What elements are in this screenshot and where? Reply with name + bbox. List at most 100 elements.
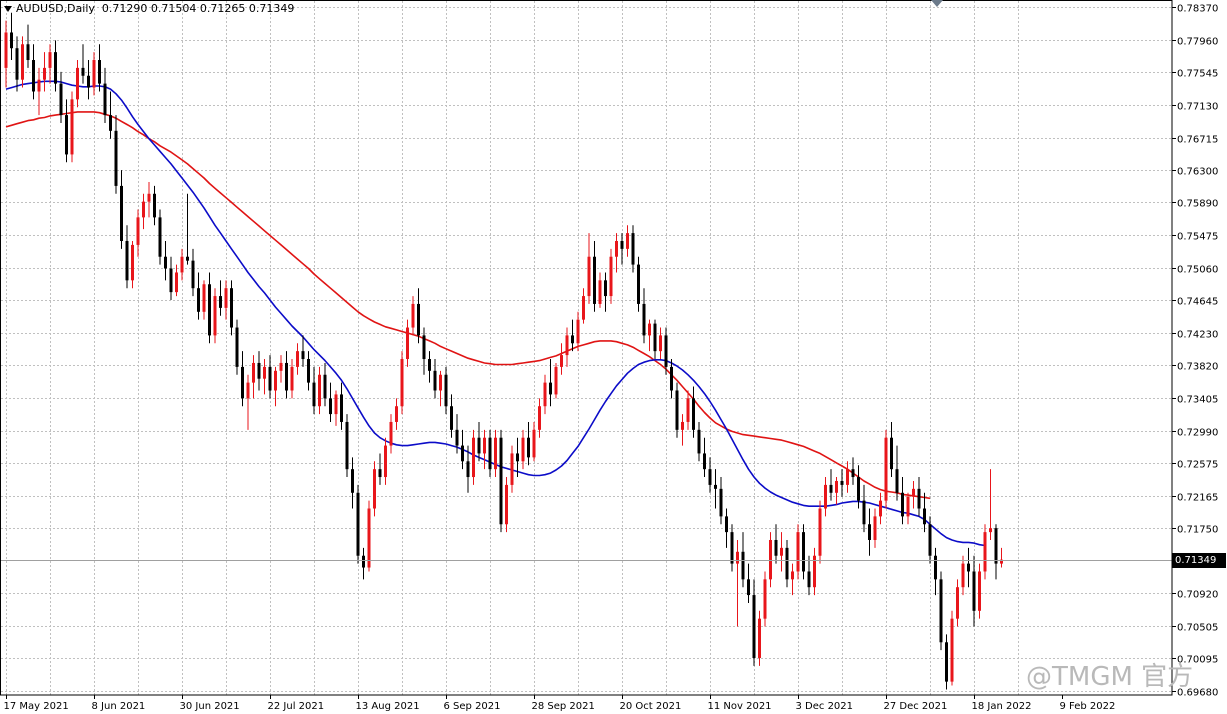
watermark: @TMGM 官方 <box>1026 662 1194 692</box>
candle-body <box>923 508 926 525</box>
y-tick-label: 0.70505 <box>1177 623 1218 634</box>
candle-body <box>571 335 574 344</box>
candle-body <box>362 555 365 568</box>
x-tick-label: 3 Dec 2021 <box>796 701 854 712</box>
candle-body <box>378 469 382 478</box>
candle-body <box>389 421 393 446</box>
candle-body <box>406 327 409 360</box>
candle-body <box>32 60 35 92</box>
candle-body <box>884 437 888 501</box>
candle-body <box>939 579 943 643</box>
candle-body <box>730 532 734 564</box>
candle-body <box>329 398 332 415</box>
candle-body <box>648 323 651 336</box>
ma-slow-line <box>5 111 931 500</box>
candlestick-chart[interactable]: 0.78370 0.77960 0.77545 0.77130 0.76715 0.763… <box>0 0 1227 714</box>
candle-body <box>763 579 767 619</box>
candle-body <box>37 79 41 92</box>
candle-body <box>565 335 569 356</box>
y-axis-ticks: 0.78370 0.77960 0.77545 0.77130 0.76715 0.763… <box>1172 4 1218 699</box>
x-tick-label: 13 Aug 2021 <box>356 701 420 712</box>
ma-slow-layer <box>5 111 931 500</box>
candle-body <box>373 469 376 509</box>
candle-body <box>879 500 882 517</box>
candle-body <box>972 571 976 611</box>
candle-body <box>554 366 558 395</box>
candle-body <box>345 421 349 470</box>
candle-body <box>912 488 915 497</box>
candle-body <box>400 359 404 407</box>
y-tick-label: 0.75475 <box>1177 232 1218 243</box>
candle-body <box>802 532 805 572</box>
candle-body <box>301 351 305 360</box>
candle-body <box>659 335 662 352</box>
candle-body <box>901 492 904 517</box>
candle-body <box>780 547 783 556</box>
candle-body <box>692 398 695 430</box>
candle-body <box>818 508 822 556</box>
candle-body <box>708 469 712 485</box>
candle-body <box>252 362 255 383</box>
x-tick-label: 9 Feb 2022 <box>1060 701 1116 712</box>
candle-body <box>290 366 294 391</box>
candle-body <box>950 618 954 682</box>
x-tick-label: 30 Jun 2021 <box>180 701 240 712</box>
candle-body <box>994 528 998 564</box>
candle-body <box>758 618 761 659</box>
x-tick-label: 6 Sep 2021 <box>444 701 501 712</box>
candle-body <box>15 48 19 80</box>
candle-body <box>978 571 981 611</box>
candle-body <box>219 296 222 308</box>
candle-body <box>906 496 910 517</box>
candle-body <box>615 240 618 257</box>
candle-body <box>741 551 745 580</box>
candle-body <box>125 240 129 281</box>
candle-body <box>714 484 717 489</box>
candle-body <box>472 437 475 478</box>
candle-body <box>274 370 277 391</box>
candle-body <box>92 60 96 88</box>
candle-body <box>197 288 200 312</box>
candle-body <box>890 437 893 470</box>
candle-body <box>340 394 343 422</box>
y-tick-label: 0.73820 <box>1177 362 1218 373</box>
candle-body <box>593 256 596 304</box>
candle-body <box>851 469 855 478</box>
candle-body <box>241 366 244 399</box>
candle-body <box>642 303 646 336</box>
candle-body <box>76 67 79 100</box>
candle-body <box>109 115 112 131</box>
candle-body <box>312 382 316 407</box>
candle-body <box>631 233 635 265</box>
candle-body <box>142 201 145 218</box>
candle-body <box>868 524 871 540</box>
candle-body <box>444 374 448 407</box>
candle-body <box>791 571 794 580</box>
chart-shift-triangle-icon[interactable] <box>931 0 943 7</box>
grid-lines <box>1 1 1172 695</box>
header-ohlc: 0.71290 0.71504 0.71265 0.71349 <box>101 2 295 15</box>
candle-body <box>719 488 723 517</box>
candle-body <box>285 362 288 391</box>
y-tick-label: 0.77960 <box>1177 37 1218 48</box>
candle-body <box>59 83 63 116</box>
candle-body <box>466 461 470 478</box>
dropdown-triangle-icon[interactable] <box>4 6 12 12</box>
candle-body <box>164 256 167 269</box>
candle-body <box>527 437 530 458</box>
axes-layer <box>0 0 1173 696</box>
candle-body <box>494 437 497 470</box>
candle-body <box>725 516 728 533</box>
candle-body <box>752 595 756 659</box>
current-price-label: 0.71349 <box>1172 553 1226 568</box>
header-symbol: AUDUSD,Daily <box>16 2 95 15</box>
candle-body <box>604 280 607 297</box>
chart-header: AUDUSD,Daily 0.71290 0.71504 0.71265 0.7… <box>4 2 294 15</box>
candle-body <box>307 359 310 383</box>
candle-body <box>384 445 387 478</box>
candle-body <box>840 480 844 485</box>
y-tick-label: 0.75060 <box>1177 265 1218 276</box>
y-tick-label: 0.74645 <box>1177 297 1218 308</box>
y-tick-label: 0.72165 <box>1177 493 1218 504</box>
x-tick-label: 11 Nov 2021 <box>708 701 772 712</box>
